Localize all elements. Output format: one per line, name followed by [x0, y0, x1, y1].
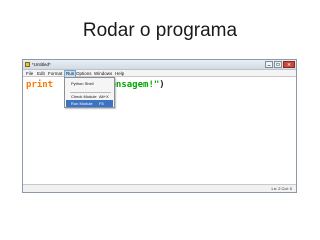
menu-file[interactable]: File: [26, 70, 33, 77]
menu-edit[interactable]: Edit: [37, 70, 45, 77]
menu-item-shortcut: F5: [99, 101, 104, 106]
cursor-position: Ln: 2 Col: 0: [271, 186, 292, 191]
minimize-button[interactable]: [265, 61, 273, 68]
menu-help[interactable]: Help: [115, 70, 124, 77]
code-keyword: print: [26, 80, 54, 90]
code-close-paren: ): [159, 80, 165, 90]
menu-item-label: Check Module: [71, 94, 97, 99]
menu-options[interactable]: Options: [76, 70, 92, 77]
menu-windows[interactable]: Windows: [94, 70, 112, 77]
run-menu-dropdown: Python Shell Check Module Alt+X Run Modu…: [64, 77, 115, 108]
window-controls: [265, 61, 295, 68]
close-button[interactable]: [283, 61, 295, 68]
menu-item-shortcut: Alt+X: [99, 94, 109, 99]
menu-item-check-module[interactable]: Check Module Alt+X: [66, 93, 113, 100]
menu-item-run-module[interactable]: Run Module F5: [66, 100, 113, 107]
maximize-button[interactable]: [274, 61, 282, 68]
window-title: *Untitled*: [32, 62, 51, 67]
menu-item-label: Run Module: [71, 101, 93, 106]
slide-title: Rodar o programa: [82, 20, 238, 41]
menu-item-python-shell[interactable]: Python Shell: [66, 80, 113, 87]
menu-item-label: Python Shell: [71, 81, 94, 86]
menu-format[interactable]: Format: [48, 70, 62, 77]
menu-bar: File Edit Format Run Options Windows Hel…: [23, 70, 296, 78]
status-bar: Ln: 2 Col: 0: [23, 184, 296, 192]
title-bar: *Untitled*: [23, 60, 296, 70]
idle-app-icon: [25, 62, 30, 67]
